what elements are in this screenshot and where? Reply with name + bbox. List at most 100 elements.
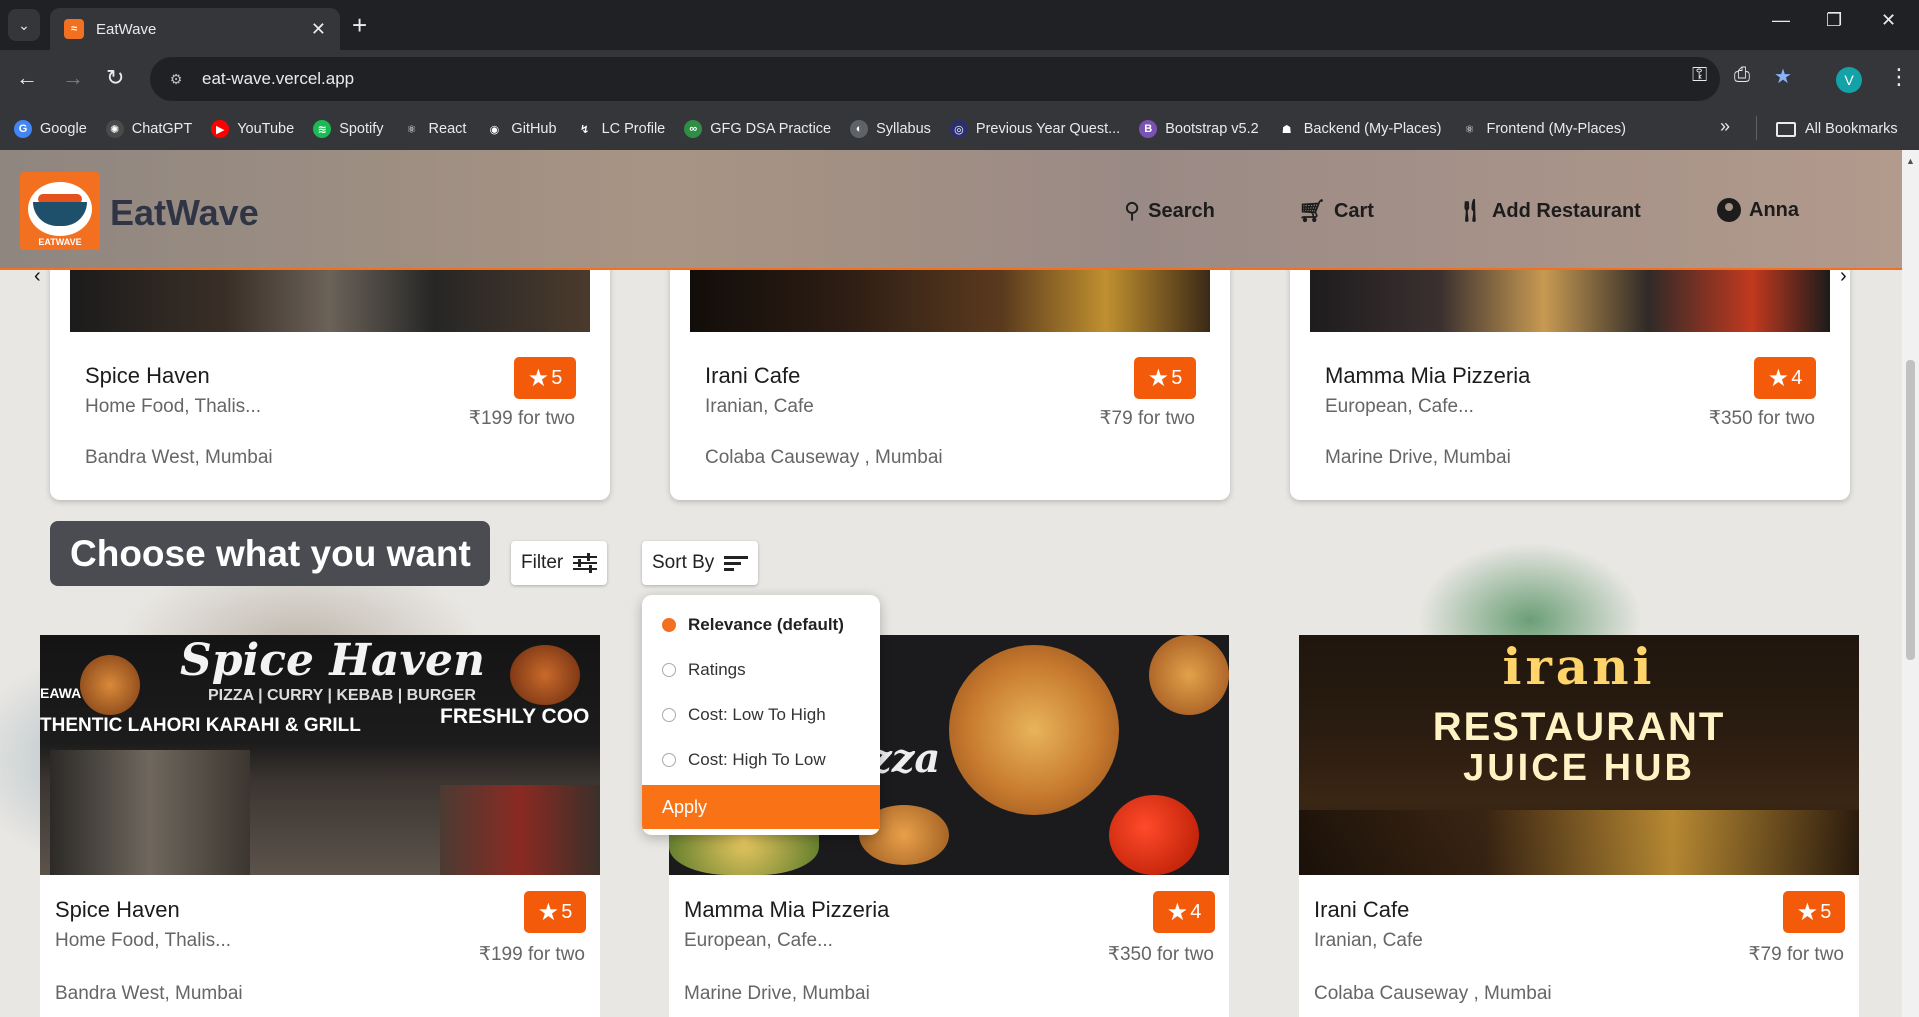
- rating-badge: ★ 5: [1783, 891, 1845, 933]
- tab-close-icon[interactable]: ✕: [311, 19, 326, 40]
- window-close-icon[interactable]: ✕: [1881, 10, 1896, 31]
- password-key-icon[interactable]: ⚿: [1692, 64, 1707, 87]
- sort-by-button[interactable]: Sort By: [642, 541, 759, 585]
- sort-option-label: Relevance (default): [688, 615, 844, 634]
- site-info-icon[interactable]: ⚙: [166, 69, 186, 89]
- bookmark-item[interactable]: ◎ Previous Year Quest...: [949, 120, 1120, 138]
- restaurant-name: Spice Haven: [85, 363, 210, 388]
- address-bar[interactable]: ⚙ eat-wave.vercel.app: [150, 57, 1720, 101]
- bookmark-favicon-icon: ↯: [575, 120, 594, 138]
- app-header: EATWAVE EatWave ⚲ Search 🛒︎ Cart 🍴︎ Add …: [0, 150, 1902, 270]
- restaurant-location: Colaba Causeway , Mumbai: [1314, 983, 1552, 1004]
- carousel-card[interactable]: Mamma Mia Pizzeria ★ 4 European, Cafe... …: [1290, 250, 1850, 500]
- bookmark-item[interactable]: ◉ GitHub: [485, 120, 557, 138]
- carousel-card[interactable]: Irani Cafe ★ 5 Iranian, Cafe ₹79 for two …: [670, 250, 1230, 500]
- rating-badge: ★ 5: [514, 357, 576, 399]
- nav-add-restaurant[interactable]: 🍴︎ Add Restaurant: [1456, 198, 1641, 224]
- bookmark-item[interactable]: ✺ ChatGPT: [105, 120, 193, 138]
- browser-tab[interactable]: ≈ EatWave ✕: [50, 8, 340, 50]
- bookmark-favicon-icon: ✺: [105, 120, 124, 138]
- nav-user[interactable]: Anna: [1717, 198, 1799, 222]
- bookmark-label: GitHub: [511, 121, 557, 137]
- brand-name[interactable]: EatWave: [110, 192, 259, 234]
- bookmark-item[interactable]: G Google: [14, 120, 87, 138]
- back-arrow-icon[interactable]: ←: [16, 64, 38, 92]
- bookmark-label: Backend (My-Places): [1303, 121, 1442, 137]
- carousel-card[interactable]: Spice Haven ★ 5 Home Food, Thalis... ₹199…: [50, 250, 610, 500]
- scrollbar-thumb[interactable]: [1906, 360, 1915, 660]
- restaurant-cuisine: Iranian, Cafe: [1314, 930, 1423, 951]
- restaurant-image: irani RESTAURANT JUICE HUB: [1299, 635, 1859, 875]
- browser-tab-strip: ⌄ ≈ EatWave ✕ + — ❐ ✕: [0, 0, 1919, 50]
- bookmark-label: Spotify: [339, 121, 384, 137]
- radio[interactable]: [662, 753, 676, 767]
- tab-search-chevron-icon[interactable]: ⌄: [8, 9, 40, 41]
- bookmarks-bar: G Google ✺ ChatGPT ▶ YouTube ≋ Spotify ⚛ React ◉ Gi…: [0, 108, 1919, 150]
- bookmark-item[interactable]: B Bootstrap v5.2: [1139, 120, 1259, 138]
- bookmark-item[interactable]: ⚛ React: [402, 120, 467, 138]
- section-heading: Choose what you want: [50, 521, 490, 586]
- page-scrollbar[interactable]: ▲: [1902, 150, 1919, 1017]
- rating-value: 4: [1190, 900, 1202, 923]
- install-app-icon[interactable]: ⎙: [1734, 64, 1750, 87]
- cart-icon: 🛒︎: [1298, 198, 1326, 223]
- bookmark-favicon-icon: ∞: [684, 120, 703, 138]
- nav-search[interactable]: ⚲ Search: [1124, 198, 1215, 224]
- bookmark-favicon-icon: ▶: [211, 120, 230, 138]
- restaurant-price: ₹199 for two: [468, 408, 575, 429]
- bookmark-item[interactable]: ↯ LC Profile: [575, 120, 665, 138]
- restaurant-location: Marine Drive, Mumbai: [684, 983, 870, 1004]
- restaurant-card[interactable]: Spice Haven PIZZA | CURRY | KEBAB | BURG…: [40, 635, 600, 1017]
- restaurant-price: ₹79 for two: [1748, 944, 1844, 965]
- bookmark-label: React: [428, 121, 467, 137]
- sign-text: PIZZA | CURRY | KEBAB | BURGER: [208, 687, 476, 704]
- apply-button[interactable]: Apply: [642, 785, 880, 829]
- more-bookmarks-chevron-icon[interactable]: »: [1720, 116, 1730, 137]
- folder-icon: [1776, 121, 1796, 137]
- sort-option-cost-high-low[interactable]: Cost: High To Low: [662, 750, 826, 770]
- radio-selected[interactable]: [662, 618, 676, 632]
- bookmark-item[interactable]: ▶ YouTube: [211, 120, 294, 138]
- sort-option-ratings[interactable]: Ratings: [662, 660, 746, 680]
- restore-icon[interactable]: ❐: [1826, 10, 1842, 31]
- bookmark-favicon-icon: ≋: [313, 120, 332, 138]
- filter-button[interactable]: Filter: [511, 541, 608, 585]
- sort-option-label: Cost: High To Low: [688, 750, 826, 769]
- restaurant-price: ₹350 for two: [1708, 408, 1815, 429]
- forward-arrow-icon[interactable]: →: [62, 64, 84, 92]
- bookmark-label: ChatGPT: [131, 121, 193, 137]
- rating-badge: ★ 4: [1754, 357, 1816, 399]
- bookmark-item[interactable]: ∞ GFG DSA Practice: [684, 120, 831, 138]
- scroll-up-arrow-icon[interactable]: ▲: [1906, 156, 1915, 166]
- nav-cart[interactable]: 🛒︎ Cart: [1298, 198, 1374, 224]
- browser-menu-icon[interactable]: ⋮: [1888, 64, 1910, 90]
- bookmark-item[interactable]: ◐ Syllabus: [850, 120, 931, 138]
- minimize-icon[interactable]: —: [1772, 10, 1790, 31]
- radio[interactable]: [662, 708, 676, 722]
- restaurant-card[interactable]: irani RESTAURANT JUICE HUB Irani Cafe ★ 5…: [1299, 635, 1859, 1017]
- rating-badge: ★ 5: [524, 891, 586, 933]
- profile-avatar[interactable]: V: [1836, 67, 1862, 93]
- bookmark-item[interactable]: ⚛ Frontend (My-Places): [1460, 120, 1626, 138]
- all-bookmarks-button[interactable]: All Bookmarks: [1776, 108, 1898, 150]
- bookmark-item[interactable]: ☗ Backend (My-Places): [1277, 120, 1442, 138]
- bookmark-item[interactable]: ≋ Spotify: [313, 120, 384, 138]
- bookmark-favicon-icon: G: [14, 120, 32, 138]
- new-tab-plus-icon[interactable]: +: [352, 10, 367, 40]
- restaurant-cuisine: Home Food, Thalis...: [85, 396, 262, 417]
- restaurant-cuisine: European, Cafe...: [684, 930, 833, 951]
- restaurant-name: Irani Cafe: [705, 363, 801, 388]
- bookmark-star-icon[interactable]: ★: [1774, 64, 1792, 89]
- star-icon: ★: [537, 898, 560, 926]
- rating-value: 5: [561, 900, 573, 923]
- rating-value: 5: [1171, 366, 1183, 389]
- reload-icon[interactable]: ↻: [106, 64, 124, 92]
- sort-option-relevance[interactable]: Relevance (default): [662, 615, 844, 635]
- sign-text: irani: [1502, 637, 1656, 696]
- restaurant-name: Spice Haven: [55, 897, 180, 922]
- star-icon: ★: [1147, 364, 1170, 392]
- eatwave-logo[interactable]: EATWAVE: [20, 172, 100, 250]
- sort-option-cost-low-high[interactable]: Cost: Low To High: [662, 705, 826, 725]
- restaurant-location: Bandra West, Mumbai: [85, 447, 273, 468]
- radio[interactable]: [662, 663, 676, 677]
